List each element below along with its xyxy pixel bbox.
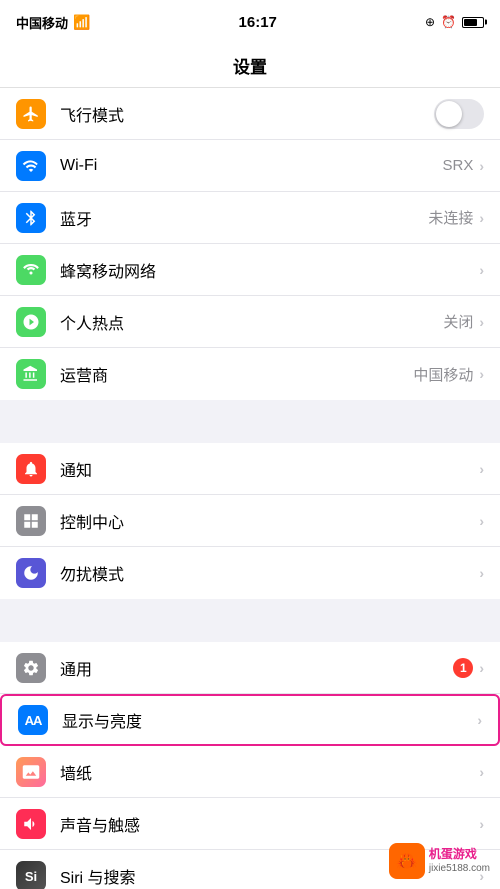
controlcenter-icon [16, 506, 46, 536]
notification-icon [16, 454, 46, 484]
cellular-label: 蜂窝移动网络 [60, 258, 479, 282]
row-display[interactable]: AA 显示与亮度 › [0, 694, 500, 746]
watermark-text: 机蛋游戏 jixie5188.com [429, 847, 490, 876]
hotspot-icon [16, 307, 46, 337]
separator-2 [0, 607, 500, 642]
row-carrier[interactable]: 运营商 中国移动 › [0, 348, 500, 400]
cellular-chevron: › [479, 262, 484, 278]
row-controlcenter[interactable]: 控制中心 › [0, 495, 500, 547]
notifications-label: 通知 [60, 457, 479, 481]
carrier-chevron: › [479, 366, 484, 382]
general-chevron: › [479, 660, 484, 676]
wifi-icon [16, 151, 46, 181]
row-wallpaper[interactable]: 墙纸 › [0, 746, 500, 798]
row-bluetooth[interactable]: 蓝牙 未连接 › [0, 192, 500, 244]
hotspot-value: 关闭 [443, 311, 473, 332]
watermark-brand: 机蛋游戏 [429, 847, 490, 863]
controlcenter-chevron: › [479, 513, 484, 529]
carrier-label: 中国移动 [16, 13, 68, 32]
display-icon: AA [18, 705, 48, 735]
cellular-icon [16, 255, 46, 285]
airplane-toggle[interactable] [434, 99, 484, 129]
status-bar: 中国移动 📶 16:17 ⊕ ⏰ [0, 0, 500, 44]
hotspot-chevron: › [479, 314, 484, 330]
wifi-status-icon: 📶 [73, 14, 90, 31]
row-hotspot[interactable]: 个人热点 关闭 › [0, 296, 500, 348]
controlcenter-label: 控制中心 [60, 509, 479, 533]
section-connectivity: 飞行模式 Wi-Fi SRX › 蓝牙 未连接 › [0, 88, 500, 400]
wallpaper-chevron: › [479, 764, 484, 780]
sound-label: 声音与触感 [60, 812, 479, 836]
notifications-chevron: › [479, 461, 484, 477]
time-display: 16:17 [239, 14, 277, 31]
separator-1 [0, 408, 500, 443]
siri-icon: Si [16, 861, 46, 889]
status-right: ⊕ ⏰ [425, 15, 484, 29]
watermark: 🦀 机蛋游戏 jixie5188.com [389, 843, 490, 879]
row-notifications[interactable]: 通知 › [0, 443, 500, 495]
bluetooth-value: 未连接 [428, 207, 473, 228]
row-donotdisturb[interactable]: 勿扰模式 › [0, 547, 500, 599]
wifi-label: Wi-Fi [60, 157, 442, 175]
general-icon [16, 653, 46, 683]
carrier-label: 运营商 [60, 362, 413, 386]
settings-content: 飞行模式 Wi-Fi SRX › 蓝牙 未连接 › [0, 88, 500, 889]
wallpaper-icon [16, 757, 46, 787]
donotdisturb-chevron: › [479, 565, 484, 581]
wallpaper-label: 墙纸 [60, 760, 479, 784]
alarm-icon: ⏰ [441, 15, 456, 29]
donotdisturb-icon [16, 558, 46, 588]
row-airplane[interactable]: 飞行模式 [0, 88, 500, 140]
section-notifications: 通知 › 控制中心 › 勿扰模式 › [0, 443, 500, 599]
row-cellular[interactable]: 蜂窝移动网络 › [0, 244, 500, 296]
row-general[interactable]: 通用 1 › [0, 642, 500, 694]
battery-icon [462, 17, 484, 28]
display-label: 显示与亮度 [62, 708, 477, 732]
bluetooth-icon [16, 203, 46, 233]
airplane-label: 飞行模式 [60, 102, 434, 126]
donotdisturb-label: 勿扰模式 [60, 561, 479, 585]
sound-icon [16, 809, 46, 839]
nav-bar: 设置 [0, 44, 500, 88]
carrier-value: 中国移动 [413, 364, 473, 385]
watermark-logo: 🦀 [389, 843, 425, 879]
location-icon: ⊕ [425, 15, 435, 29]
carrier-icon [16, 359, 46, 389]
hotspot-label: 个人热点 [60, 310, 443, 334]
general-badge: 1 [453, 658, 473, 678]
bluetooth-label: 蓝牙 [60, 206, 428, 230]
general-label: 通用 [60, 656, 453, 680]
display-chevron: › [477, 712, 482, 728]
airplane-icon [16, 99, 46, 129]
watermark-site: jixie5188.com [429, 862, 490, 875]
sound-chevron: › [479, 816, 484, 832]
row-wifi[interactable]: Wi-Fi SRX › [0, 140, 500, 192]
bluetooth-chevron: › [479, 210, 484, 226]
page-title: 设置 [233, 53, 267, 78]
status-left: 中国移动 📶 [16, 13, 90, 32]
wifi-value: SRX [442, 157, 473, 174]
wifi-chevron: › [479, 158, 484, 174]
